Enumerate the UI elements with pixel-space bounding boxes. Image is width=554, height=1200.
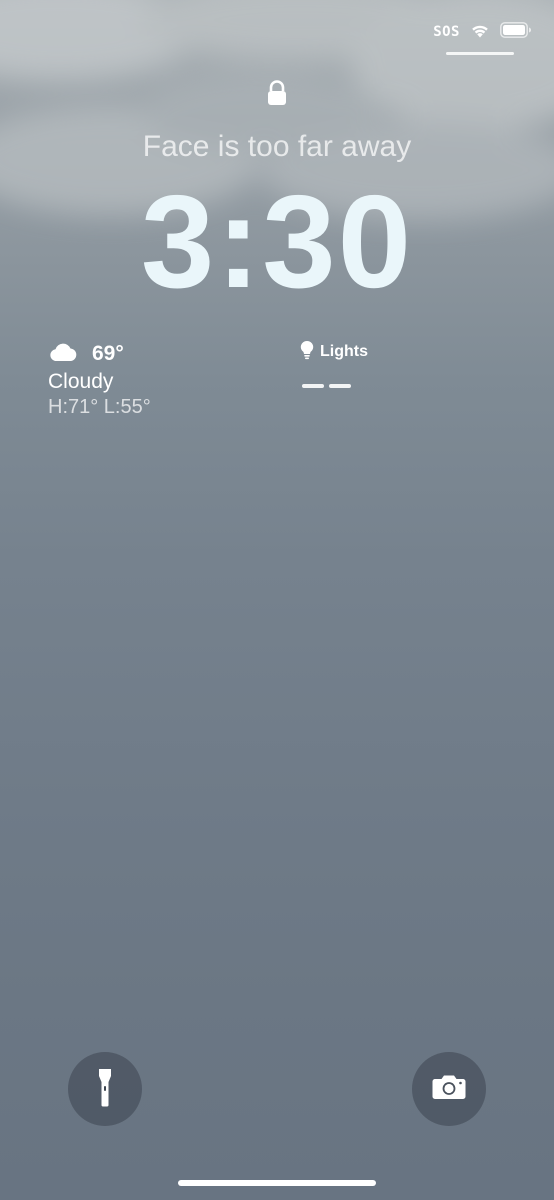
weather-condition: Cloudy (48, 370, 114, 393)
camera-button[interactable] (412, 1052, 486, 1126)
weather-widget[interactable]: 69° Cloudy H:71° L:55° (48, 340, 151, 419)
cloud-icon (48, 342, 78, 366)
lock-icon (266, 80, 288, 110)
lights-value-dash (329, 384, 351, 388)
flashlight-button[interactable] (68, 1052, 142, 1126)
lights-value (302, 384, 368, 388)
flashlight-icon (98, 1067, 112, 1111)
lights-widget[interactable]: Lights (300, 340, 368, 388)
home-indicator[interactable] (178, 1180, 376, 1186)
weather-high-low: H:71° L:55° (48, 396, 151, 418)
lights-label: Lights (320, 343, 368, 360)
carrier-status: SOS (433, 24, 460, 40)
weather-temperature: 69° (92, 342, 124, 365)
camera-icon (432, 1074, 466, 1104)
lights-value-dash (302, 384, 324, 388)
clock-time: 3:30 (140, 168, 414, 315)
battery-icon (500, 22, 532, 42)
face-id-message: Face is too far away (142, 130, 412, 163)
lightbulb-icon (300, 340, 314, 364)
wifi-icon (470, 23, 490, 42)
status-bar: SOS (433, 22, 532, 42)
control-center-indicator[interactable] (446, 52, 514, 55)
